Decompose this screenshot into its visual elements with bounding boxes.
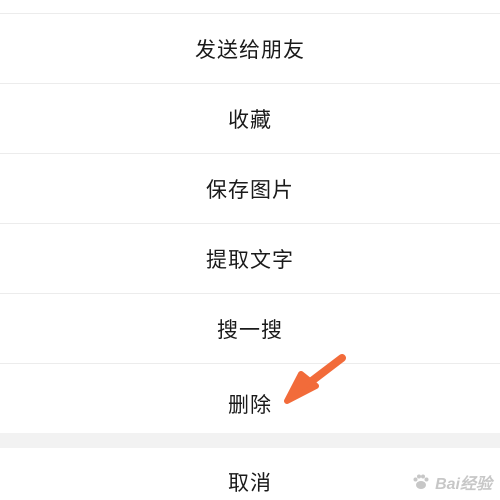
action-sheet: 发送给朋友 收藏 保存图片 提取文字 搜一搜 删除 取消 bbox=[0, 0, 500, 500]
menu-item-search[interactable]: 搜一搜 bbox=[0, 294, 500, 364]
menu-item-extract-text[interactable]: 提取文字 bbox=[0, 224, 500, 294]
watermark: Bai经验 bbox=[411, 470, 492, 494]
menu-item-delete[interactable]: 删除 bbox=[0, 364, 500, 433]
menu-item-send-to-friend[interactable]: 发送给朋友 bbox=[0, 14, 500, 84]
menu-item-save-image[interactable]: 保存图片 bbox=[0, 154, 500, 224]
watermark-text: Bai经验 bbox=[435, 476, 492, 493]
menu-item-favorite[interactable]: 收藏 bbox=[0, 84, 500, 154]
paw-icon bbox=[413, 474, 429, 489]
section-gap bbox=[0, 433, 500, 448]
